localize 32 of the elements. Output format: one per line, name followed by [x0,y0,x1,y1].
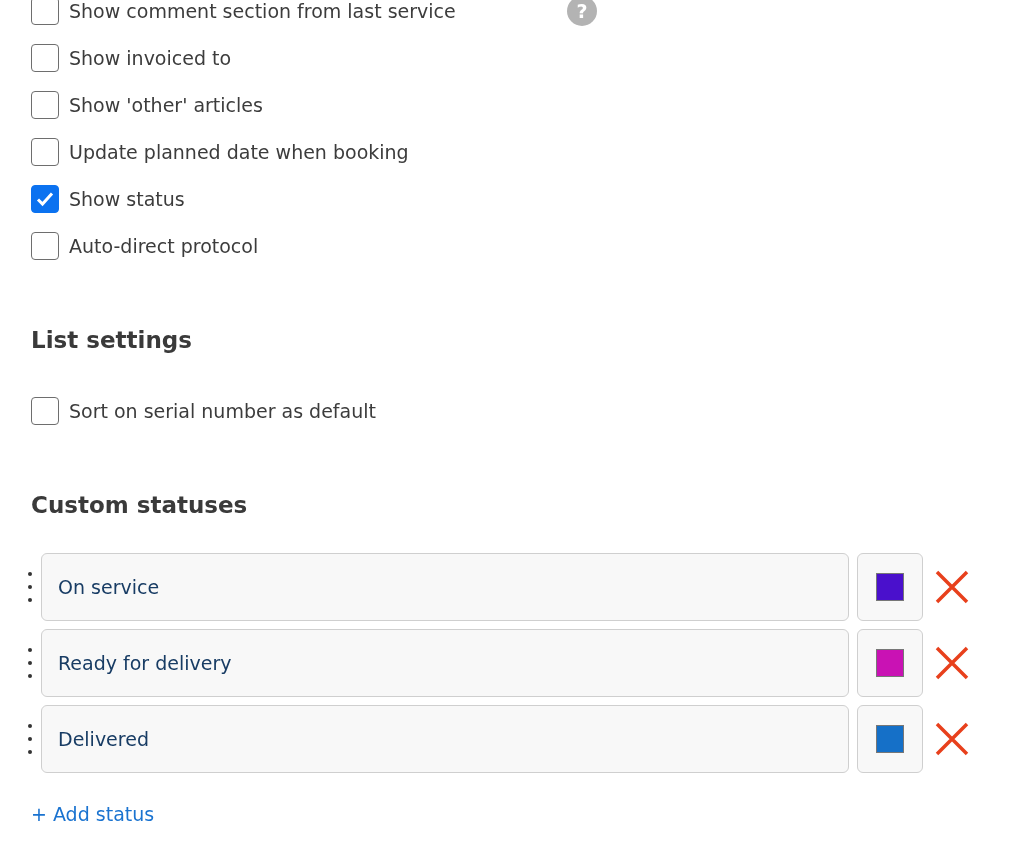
drag-handle-icon[interactable] [27,722,33,756]
checkbox[interactable] [31,0,59,25]
status-name-field[interactable]: Ready for delivery [41,629,849,697]
close-icon [935,646,969,680]
delete-button[interactable] [935,570,969,604]
add-status-link[interactable]: + Add status [31,801,155,827]
checkbox[interactable] [31,43,59,72]
status-name-field[interactable]: On service [41,553,849,621]
drag-handle-icon[interactable] [27,570,33,604]
checkbox-label: Show status [69,187,185,210]
section-heading: List settings [31,326,193,355]
delete-button[interactable] [935,646,969,680]
checkbox-label: Sort on serial number as default [69,399,376,422]
checkbox-label: Show invoiced to [69,46,232,69]
delete-button[interactable] [935,722,969,756]
close-icon [935,722,969,756]
color-picker-button[interactable] [857,705,923,773]
checkbox-label: Auto-direct protocol [69,234,259,257]
status-name-field[interactable]: Delivered [41,705,849,773]
drag-handle-icon[interactable] [27,646,33,680]
color-picker-button[interactable] [857,553,923,621]
checkbox[interactable] [31,137,59,166]
checkbox-label: Update planned date when booking [69,140,409,163]
close-icon [935,570,969,604]
section-heading: Custom statuses [31,491,249,520]
color-picker-button[interactable] [857,629,923,697]
checkbox[interactable] [31,396,59,425]
checkbox[interactable] [31,231,59,260]
checkbox[interactable] [31,90,59,119]
checkbox-label: Show comment section from last service [69,0,456,22]
checkbox[interactable] [31,184,59,213]
checkbox-label: Show 'other' articles [69,93,263,116]
